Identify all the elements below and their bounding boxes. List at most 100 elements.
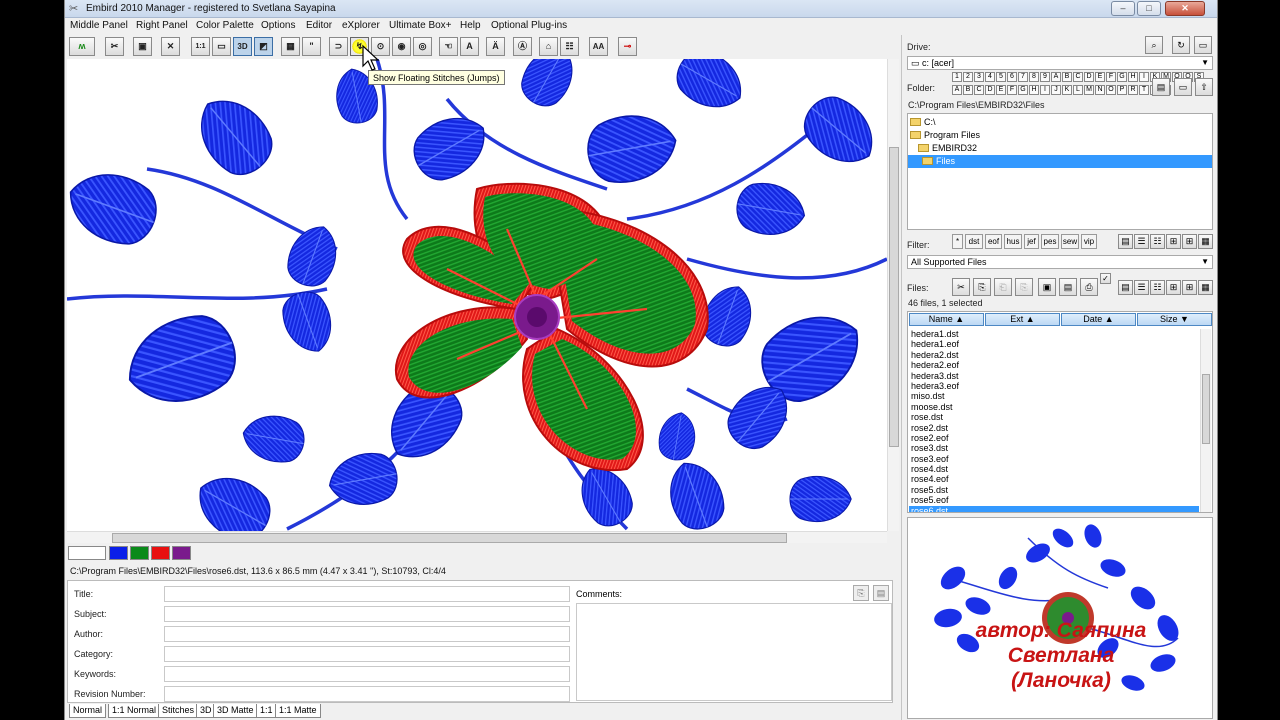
folder-shortcut-key[interactable]: H	[1128, 72, 1138, 82]
color-swatch[interactable]	[172, 546, 191, 560]
file-list-scrollbar[interactable]	[1200, 329, 1211, 512]
tab-stitches[interactable]: Stitches	[158, 704, 199, 718]
folder-shortcut-key[interactable]: L	[1073, 85, 1083, 95]
folder-shortcut-key[interactable]: G	[1117, 72, 1127, 82]
file-list-item[interactable]: rose3.eof	[909, 454, 1199, 464]
folder-shortcut-key[interactable]: P	[1117, 85, 1127, 95]
subject-field[interactable]	[164, 606, 570, 622]
file-list-item[interactable]: hedera2.eof	[909, 360, 1199, 370]
maximize-button[interactable]: □	[1137, 1, 1161, 16]
menu-ultimate-box[interactable]: Ultimate Box+	[389, 20, 452, 31]
folder-shortcut-key[interactable]: D	[985, 85, 995, 95]
canvas-vertical-scrollbar[interactable]	[887, 59, 899, 531]
canvas-horizontal-scrollbar[interactable]	[67, 531, 887, 543]
minimize-button[interactable]: –	[1111, 1, 1135, 16]
menu-editor[interactable]: Editor	[306, 20, 332, 31]
folder-shortcut-key[interactable]: E	[1095, 72, 1105, 82]
eye-button[interactable]: ◉	[392, 37, 411, 56]
folder-shortcut-key[interactable]: E	[996, 85, 1006, 95]
folder-shortcut-key[interactable]: 5	[996, 72, 1006, 82]
tree-item-embird32[interactable]: EMBIRD32	[918, 142, 977, 155]
file-list-item[interactable]: rose.dst	[909, 412, 1199, 422]
file-list-item[interactable]: hedera1.eof	[909, 339, 1199, 349]
font-aa-button[interactable]: AA	[589, 37, 608, 56]
folder-shortcut-key[interactable]: G	[1018, 85, 1028, 95]
file-list-item[interactable]: rose6.dst	[909, 505, 1199, 512]
column-size[interactable]: Size ▼	[1137, 313, 1212, 326]
file-list-item[interactable]: rose3.dst	[909, 443, 1199, 453]
color-swatch[interactable]	[151, 546, 170, 560]
grid-view-icon[interactable]: ⊞	[1182, 234, 1197, 249]
paste-icon[interactable]: ⎗	[994, 278, 1012, 296]
filter-button[interactable]: vip	[1081, 234, 1097, 249]
folder-shortcut-key[interactable]: R	[1128, 85, 1138, 95]
tab-1to1-normal[interactable]: 1:1 Normal	[108, 704, 161, 718]
thread-button[interactable]: ◎	[413, 37, 432, 56]
folder-tree[interactable]: C:\ Program Files EMBIRD32 Files	[907, 113, 1213, 230]
author-field[interactable]	[164, 626, 570, 642]
zoom-icon[interactable]: ⌕	[1145, 36, 1163, 54]
folder-shortcut-key[interactable]: I	[1139, 72, 1149, 82]
folder-shortcut-key[interactable]: F	[1106, 72, 1116, 82]
color-swatch[interactable]	[109, 546, 128, 560]
new-folder-icon[interactable]: ▭	[1174, 78, 1192, 96]
revision-number-field[interactable]	[164, 686, 570, 702]
edit-icon[interactable]: ⎘	[853, 585, 869, 601]
large-grid-view-icon[interactable]: ▦	[1198, 234, 1213, 249]
title-field[interactable]	[164, 586, 570, 602]
menu-options[interactable]: Options	[261, 20, 295, 31]
file-list-item[interactable]: moose.dst	[909, 402, 1199, 412]
small-icon-view-icon[interactable]: ⊞	[1166, 234, 1181, 249]
file-list-item[interactable]: hedera3.eof	[909, 381, 1199, 391]
folder-shortcut-key[interactable]: 9	[1040, 72, 1050, 82]
folder-shortcut-key[interactable]: 1	[952, 72, 962, 82]
print-icon[interactable]: ⎙	[1080, 278, 1098, 296]
design-canvas[interactable]	[67, 59, 887, 531]
filter-button[interactable]: *	[952, 234, 963, 249]
stitch-view-button[interactable]: ʍ	[69, 37, 95, 56]
scrollbar-thumb[interactable]	[112, 533, 787, 543]
drive-select[interactable]: ▭ c: [acer] ▼	[907, 56, 1213, 70]
folder-shortcut-key[interactable]: B	[1062, 72, 1072, 82]
select-checkbox[interactable]: ✓	[1100, 273, 1111, 284]
refresh-icon[interactable]: ↻	[1172, 36, 1190, 54]
file-list-item[interactable]: hedera2.dst	[909, 350, 1199, 360]
scrollbar-thumb[interactable]	[889, 147, 899, 447]
needle-button[interactable]: ⊃	[329, 37, 348, 56]
embird-app-icon[interactable]: ✂	[69, 3, 81, 15]
folder-shortcut-key[interactable]: K	[1062, 85, 1072, 95]
folder-shortcut-key[interactable]: T	[1139, 85, 1149, 95]
file-list-item[interactable]: rose4.dst	[909, 464, 1199, 474]
file-list-item[interactable]: rose2.dst	[909, 423, 1199, 433]
folder-shortcut-key[interactable]: F	[1007, 85, 1017, 95]
file-list-item[interactable]: rose5.eof	[909, 495, 1199, 505]
menu-help[interactable]: Help	[460, 20, 481, 31]
menu-optional-plugins[interactable]: Optional Plug-ins	[491, 20, 567, 31]
save-file-icon[interactable]: ▤	[1059, 278, 1077, 296]
camera-button[interactable]: ▣	[133, 37, 152, 56]
hand-button[interactable]: ☜	[439, 37, 458, 56]
delete-icon[interactable]: ⎘	[1015, 278, 1033, 296]
file-list-item[interactable]: hedera1.dst	[909, 329, 1199, 339]
column-date[interactable]: Date ▲	[1061, 313, 1136, 326]
tab-1to1-matte[interactable]: 1:1 Matte	[275, 704, 321, 718]
folder-shortcut-key[interactable]: M	[1084, 85, 1094, 95]
filter-button[interactable]: jef	[1024, 234, 1039, 249]
tab-3d-matte[interactable]: 3D Matte	[213, 704, 258, 718]
tree-item-drive[interactable]: C:\	[910, 116, 936, 129]
file-list-item[interactable]: hedera3.dst	[909, 371, 1199, 381]
folder-shortcut-key[interactable]: 7	[1018, 72, 1028, 82]
file-list-item[interactable]: miso.dst	[909, 391, 1199, 401]
filter-button[interactable]: sew	[1061, 234, 1079, 249]
scissors-button[interactable]: ✂	[105, 37, 124, 56]
large-grid-view-icon[interactable]: ▦	[1198, 280, 1213, 295]
menu-right-panel[interactable]: Right Panel	[136, 20, 188, 31]
folder-shortcut-key[interactable]: A	[1051, 72, 1061, 82]
copy-icon[interactable]: ⎘	[973, 278, 991, 296]
text-a-button[interactable]: A	[460, 37, 479, 56]
view-icon[interactable]: ▭	[1194, 36, 1212, 54]
cross-button[interactable]: ✕	[161, 37, 180, 56]
quote-button[interactable]: "	[302, 37, 321, 56]
tab-1to1[interactable]: 1:1	[256, 704, 277, 718]
folder-shortcut-key[interactable]: N	[1095, 85, 1105, 95]
